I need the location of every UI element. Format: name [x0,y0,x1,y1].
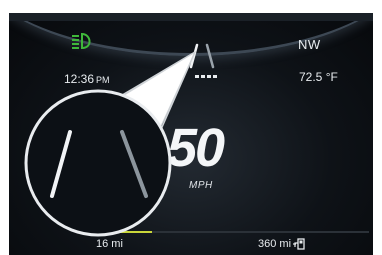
lane-icon-magnifier-callout [24,50,197,237]
